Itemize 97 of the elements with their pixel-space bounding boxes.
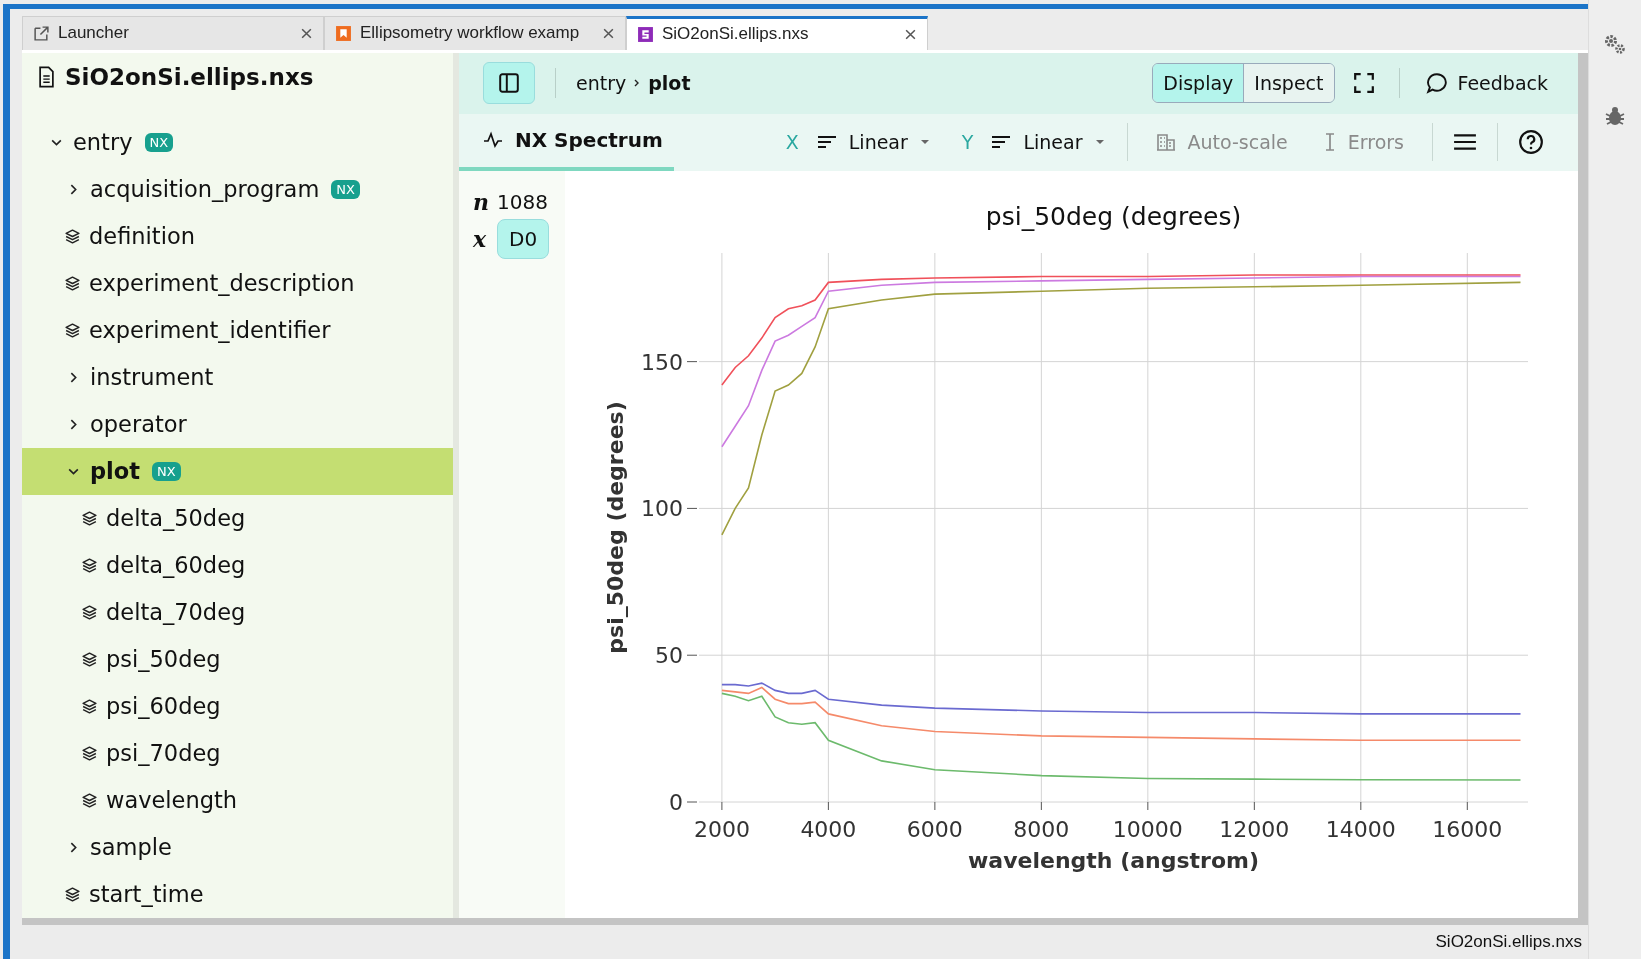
document-tab[interactable]: SiO2onSi.ellips.nxs <box>626 15 928 50</box>
layers-icon <box>81 697 98 715</box>
tree-item[interactable]: start_time <box>22 870 453 918</box>
x-tick-label: 16000 <box>1432 816 1503 842</box>
tree-item[interactable]: psi_70deg <box>22 729 453 777</box>
x-tick-label: 10000 <box>1112 816 1183 842</box>
close-icon[interactable] <box>602 26 615 40</box>
tree-item[interactable]: delta_70deg <box>22 588 453 636</box>
breadcrumb-item[interactable]: entry <box>576 72 627 94</box>
tree-item[interactable]: delta_60deg <box>22 541 453 589</box>
tree-item[interactable]: sample <box>22 823 453 871</box>
sort-lines-icon <box>816 135 837 149</box>
view-mode-tab[interactable]: Display <box>1153 64 1245 102</box>
layers-icon <box>81 744 98 762</box>
external-link-icon <box>33 24 50 42</box>
x-tick: 4000 <box>800 801 857 842</box>
tree-item[interactable]: delta_50deg <box>22 494 453 542</box>
y-tick-label: 50 <box>655 642 683 668</box>
x-tick-label: 8000 <box>1013 816 1070 842</box>
layers-icon <box>81 791 98 809</box>
tree-item[interactable]: instrument <box>22 353 453 401</box>
x-axis-title: wavelength (angstrom) <box>968 847 1259 873</box>
dimension-label: n <box>473 188 489 215</box>
tree-item[interactable]: definition <box>22 212 453 260</box>
layers-icon <box>64 321 81 339</box>
document-icon <box>38 65 55 88</box>
x-tick-label: 6000 <box>906 816 963 842</box>
fullscreen-icon <box>1352 72 1375 94</box>
axis-label: X <box>785 131 799 153</box>
status-text: SiO2onSi.ellips.nxs <box>1435 931 1582 952</box>
y-tick: 50 <box>655 642 698 668</box>
axis-label: x <box>473 225 488 252</box>
layers-icon <box>81 603 98 621</box>
dimension-chip[interactable]: D0 <box>497 218 550 259</box>
layers-icon <box>81 650 98 668</box>
help-icon <box>1518 129 1544 155</box>
caret-icon <box>1094 139 1105 145</box>
close-icon[interactable] <box>904 27 917 41</box>
x-tick: 12000 <box>1219 801 1290 842</box>
x-tick: 6000 <box>906 801 963 842</box>
scrollbar[interactable] <box>1578 52 1588 918</box>
sort-lines-icon <box>991 135 1012 149</box>
tree-item[interactable]: experiment_identifier <box>22 306 453 354</box>
tree-item[interactable]: plot NX <box>22 447 453 495</box>
gears-icon[interactable] <box>1603 32 1627 56</box>
tree-item[interactable]: wavelength <box>22 776 453 824</box>
speech-bubble-icon <box>1425 72 1448 94</box>
close-icon[interactable] <box>300 26 313 40</box>
y-axis-title: psi_50deg (degrees) <box>603 400 628 654</box>
tree-item[interactable]: entry NX <box>22 118 453 166</box>
layers-icon <box>81 509 98 527</box>
tree-item[interactable]: acquisition_program NX <box>22 165 453 213</box>
pulse-icon <box>483 130 503 150</box>
nx-badge: NX <box>144 132 174 152</box>
tree-item[interactable]: operator <box>22 400 453 448</box>
layers-icon <box>64 227 81 245</box>
y-tick-label: 150 <box>641 349 683 375</box>
tree-item[interactable]: experiment_description <box>22 259 453 307</box>
feedback-button[interactable]: Feedback <box>1419 71 1554 95</box>
notebook-icon <box>335 24 352 42</box>
view-mode-tab[interactable]: Inspect <box>1244 64 1334 102</box>
nx-badge: NX <box>152 461 181 481</box>
layers-icon <box>64 885 81 903</box>
y-tick-label: 0 <box>669 789 683 815</box>
nx-badge: NX <box>331 179 360 199</box>
scale-dropdown[interactable]: Linear <box>810 130 936 154</box>
x-tick: 8000 <box>1013 801 1070 842</box>
x-tick: 10000 <box>1112 801 1183 842</box>
scale-dropdown[interactable]: Linear <box>985 130 1111 154</box>
tree-item[interactable]: psi_60deg <box>22 682 453 730</box>
menu-icon <box>1453 132 1477 152</box>
x-tick-label: 2000 <box>693 816 750 842</box>
x-tick-label: 14000 <box>1325 816 1396 842</box>
error-bar-icon <box>1323 132 1336 152</box>
breadcrumb-item: plot <box>648 72 691 94</box>
x-tick-label: 4000 <box>800 816 857 842</box>
dimension-count: 1088 <box>497 189 548 214</box>
sidebar-toggle-button[interactable] <box>483 62 535 104</box>
document-tab[interactable]: Launcher <box>22 15 324 50</box>
building-icon <box>1155 132 1176 152</box>
file-name: SiO2onSi.ellips.nxs <box>65 63 314 90</box>
bug-icon[interactable] <box>1603 104 1627 128</box>
sidebar-icon <box>498 72 520 94</box>
chart-title: psi_50deg (degrees) <box>985 201 1242 231</box>
axis-label: Y <box>961 131 974 153</box>
x-tick-label: 12000 <box>1219 816 1290 842</box>
y-tick: 150 <box>641 349 698 375</box>
file-type-icon <box>637 25 654 43</box>
y-tick-label: 100 <box>641 495 683 521</box>
document-tab[interactable]: Ellipsometry workflow examp <box>324 15 626 50</box>
x-tick: 16000 <box>1432 801 1503 842</box>
caret-icon <box>919 139 930 145</box>
x-tick: 14000 <box>1325 801 1396 842</box>
layers-icon <box>81 556 98 574</box>
tree-item[interactable]: psi_50deg <box>22 635 453 683</box>
layers-icon <box>64 274 81 292</box>
y-tick: 100 <box>641 495 698 521</box>
